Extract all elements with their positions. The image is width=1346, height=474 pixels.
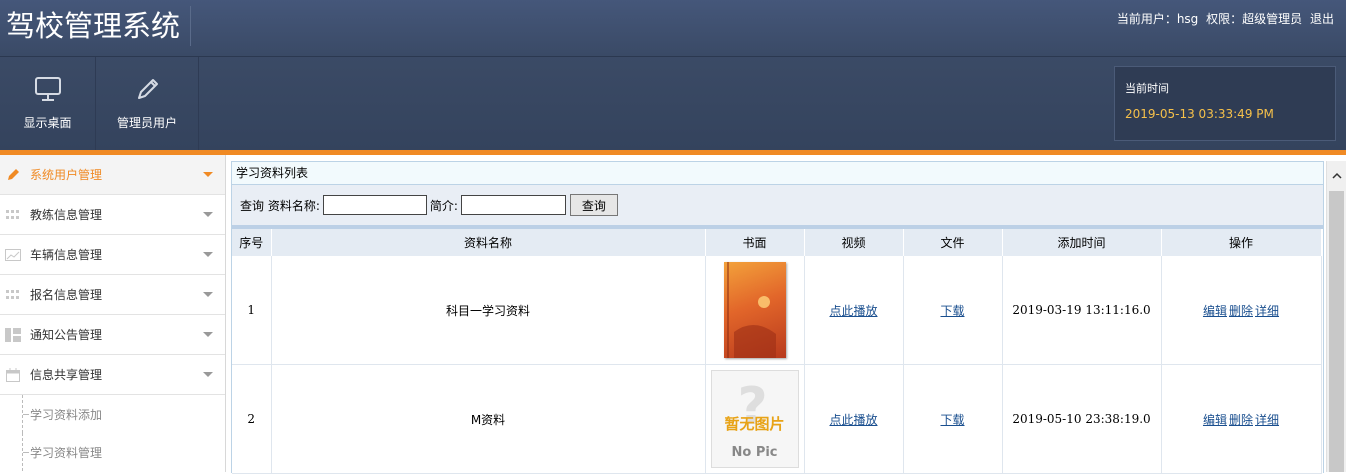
chevron-down-icon [203, 252, 213, 257]
no-pic-text: 暂无图片 [724, 415, 785, 433]
sidebar-subitem-manage-material[interactable]: 学习资料管理 [0, 433, 225, 471]
ops-cell: 编辑 删除 详细 [1161, 364, 1322, 474]
top-bar: 驾校管理系统 当前用户：hsg 权限：超级管理员 退出 [0, 0, 1346, 57]
nav-show-desktop[interactable]: 显示桌面 [0, 57, 96, 150]
book-cover-image [723, 262, 786, 358]
vertical-scrollbar[interactable] [1326, 161, 1346, 472]
nav-show-desktop-label: 显示桌面 [23, 116, 72, 130]
tree-branch [23, 452, 29, 453]
detail-link[interactable]: 详细 [1255, 413, 1279, 427]
chevron-down-icon [203, 172, 213, 177]
role-label: 权限：超级管理员 [1206, 12, 1303, 26]
app-title: 驾校管理系统 [6, 6, 192, 46]
header: 驾校管理系统 当前用户：hsg 权限：超级管理员 退出 显示桌面 管理员用户 当… [0, 0, 1346, 155]
column-header: 书面 [705, 229, 805, 256]
chevron-down-icon [203, 372, 213, 377]
sidebar-item-info-sharing[interactable]: 信息共享管理 [0, 355, 225, 395]
download-link[interactable]: 下载 [940, 304, 964, 318]
video-cell: 点此播放 [804, 256, 904, 365]
table-row: 2 M资料 ? 暂无图片 No Pic 点此播放 下载 2019-05-10 2… [232, 364, 1322, 474]
detail-link[interactable]: 详细 [1255, 304, 1279, 318]
scroll-thumb[interactable] [1329, 191, 1344, 472]
file-cell: 下载 [903, 364, 1003, 474]
video-cell: 点此播放 [804, 364, 904, 474]
grid-icon [5, 288, 21, 302]
chevron-down-icon [203, 332, 213, 337]
added-time: 2019-05-10 23:38:19.0 [1002, 364, 1162, 474]
material-name-input[interactable] [322, 195, 427, 215]
cover-cell: ? 暂无图片 No Pic [705, 364, 805, 474]
sidebar-subitem-label: 学习资料添加 [30, 407, 103, 422]
scroll-up-button[interactable] [1327, 161, 1346, 189]
material-name: 科目一学习资料 [271, 256, 706, 365]
row-index: 1 [232, 256, 272, 365]
tree-branch [23, 414, 29, 415]
table-header-row: 序号 资料名称 书面 视频 文件 添加时间 操作 [232, 229, 1322, 256]
chevron-down-icon [203, 212, 213, 217]
sidebar-item-vehicle-info[interactable]: 车辆信息管理 [0, 235, 225, 275]
nav-tiles: 显示桌面 管理员用户 [0, 57, 199, 150]
nav-admin-users[interactable]: 管理员用户 [96, 57, 199, 150]
delete-link[interactable]: 删除 [1229, 413, 1253, 427]
ops-cell: 编辑 删除 详细 [1161, 256, 1322, 365]
materials-table: 序号 资料名称 书面 视频 文件 添加时间 操作 1 科目一学习资料 点此播放 … [232, 229, 1322, 474]
edit-link[interactable]: 编辑 [1203, 304, 1227, 318]
column-header: 资料名称 [271, 229, 706, 256]
search-button[interactable]: 查询 [569, 194, 618, 216]
sidebar-item-label: 系统用户管理 [30, 168, 103, 182]
play-video-link[interactable]: 点此播放 [829, 413, 877, 427]
intro-input[interactable] [460, 195, 566, 215]
current-time-label: 当前时间 [1125, 82, 1169, 95]
column-header: 操作 [1161, 229, 1322, 256]
sidebar-item-label: 通知公告管理 [30, 328, 103, 342]
sidebar-item-label: 信息共享管理 [30, 368, 103, 382]
sidebar-item-system-users[interactable]: 系统用户管理 [0, 155, 225, 195]
play-video-link[interactable]: 点此播放 [829, 304, 877, 318]
search-name-label: 查询 资料名称: [240, 198, 320, 213]
chevron-down-icon [203, 292, 213, 297]
sidebar-item-notices[interactable]: 通知公告管理 [0, 315, 225, 355]
column-header: 视频 [804, 229, 904, 256]
search-bar: 查询 资料名称: 简介: 查询 [232, 185, 1323, 229]
no-pic-text-en: No Pic [731, 445, 778, 460]
column-header: 文件 [903, 229, 1003, 256]
sidebar-subitem-add-material[interactable]: 学习资料添加 [0, 395, 225, 433]
edit-link[interactable]: 编辑 [1203, 413, 1227, 427]
current-time-box: 当前时间 2019-05-13 03:33:49 PM [1114, 66, 1336, 141]
column-header: 添加时间 [1002, 229, 1162, 256]
current-time-value: 2019-05-13 03:33:49 PM [1125, 107, 1274, 121]
panel-title: 学习资料列表 [232, 162, 1323, 185]
pencil-icon [5, 168, 21, 182]
table-row: 1 科目一学习资料 点此播放 下载 2019-03-19 13:11:16.0 [232, 256, 1322, 365]
calendar-icon [5, 367, 21, 382]
logout-link[interactable]: 退出 [1310, 12, 1334, 26]
file-cell: 下载 [903, 256, 1003, 365]
nav-admin-users-label: 管理员用户 [116, 116, 177, 130]
chevron-up-icon [1331, 172, 1342, 179]
sidebar-item-label: 车辆信息管理 [30, 248, 103, 262]
image-icon [5, 248, 21, 262]
added-time: 2019-03-19 13:11:16.0 [1002, 256, 1162, 365]
monitor-icon [34, 77, 61, 101]
grid-icon [5, 208, 21, 222]
sidebar-item-label: 报名信息管理 [30, 288, 103, 302]
sidebar: 系统用户管理 教练信息管理 车辆信息管理 报名信息管理 通知公告管理 信息共享管 [0, 155, 226, 472]
material-name: M资料 [271, 364, 706, 474]
user-info: 当前用户：hsg 权限：超级管理员 退出 [1113, 10, 1334, 27]
pencil-icon [138, 79, 158, 99]
no-pic-placeholder: ? 暂无图片 No Pic [710, 370, 799, 468]
download-link[interactable]: 下载 [940, 413, 964, 427]
column-header: 序号 [232, 229, 272, 256]
delete-link[interactable]: 删除 [1229, 304, 1253, 318]
sidebar-item-label: 教练信息管理 [30, 208, 103, 222]
sidebar-item-coach-info[interactable]: 教练信息管理 [0, 195, 225, 235]
layout-icon [5, 327, 21, 342]
sidebar-subitem-label: 学习资料管理 [30, 445, 103, 460]
main-panel: 学习资料列表 查询 资料名称: 简介: 查询 序号 资料名称 书面 视频 文件 … [231, 161, 1324, 474]
search-intro-label: 简介: [429, 198, 458, 213]
sidebar-item-registration-info[interactable]: 报名信息管理 [0, 275, 225, 315]
row-index: 2 [232, 364, 272, 474]
current-user-label: 当前用户：hsg [1116, 12, 1199, 26]
cover-cell [705, 256, 805, 365]
